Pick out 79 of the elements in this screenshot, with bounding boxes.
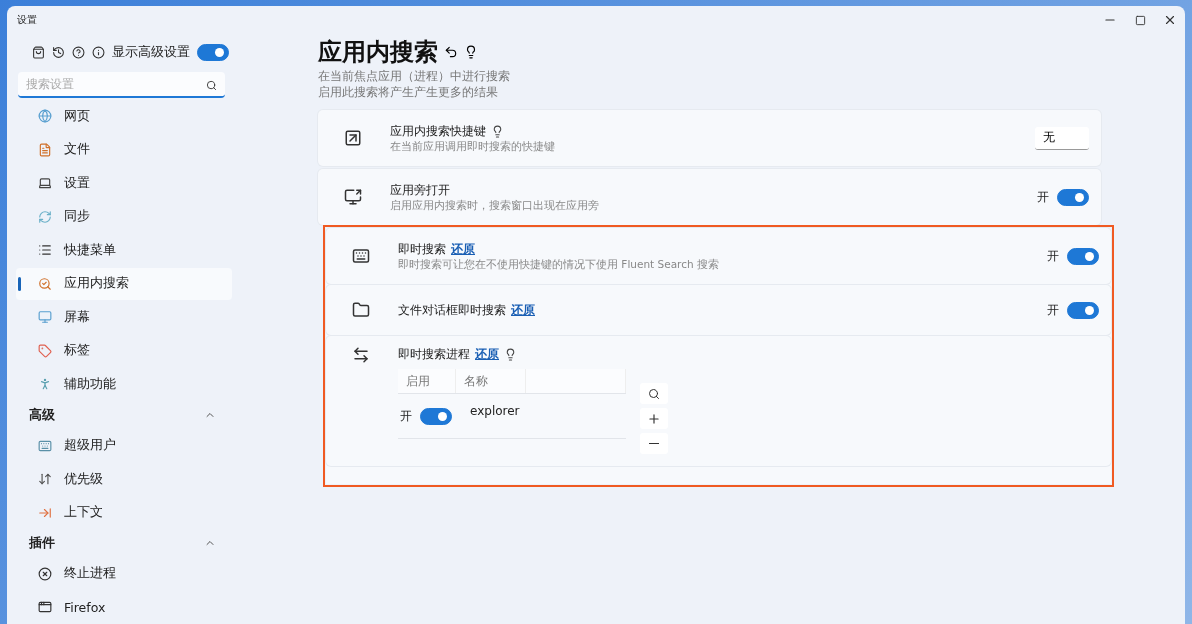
advanced-settings-label: 显示高级设置: [112, 44, 190, 62]
setting-title: 文件对话框即时搜索: [398, 301, 506, 319]
window-icon: [38, 600, 52, 615]
search-field[interactable]: 搜索设置: [18, 71, 225, 98]
page-title: 应用内搜索: [318, 37, 438, 68]
list-icon: [38, 243, 52, 258]
document-icon: [38, 142, 52, 157]
sidebar-item[interactable]: 辅助功能: [16, 368, 232, 401]
sidebar-item[interactable]: 网页: [16, 100, 232, 133]
lightbulb-icon[interactable]: [464, 45, 478, 59]
setting-title: 应用旁打开: [390, 181, 450, 199]
tag-icon: [38, 343, 52, 358]
sidebar-item[interactable]: 超级用户: [16, 429, 232, 462]
keyboard-icon: [38, 438, 52, 453]
arrow-icon: [38, 505, 52, 520]
setting-title: 即时搜索: [398, 240, 446, 258]
minus-icon: [649, 442, 659, 445]
sort-icon: [38, 472, 52, 487]
toggle-switch[interactable]: [1067, 301, 1099, 319]
section-header[interactable]: 高级: [16, 401, 224, 429]
plus-icon: [647, 411, 661, 426]
sync-icon: [38, 209, 52, 224]
swap-icon: [352, 346, 370, 364]
sidebar-item[interactable]: 屏幕: [16, 301, 232, 334]
shortcut-icon: [344, 129, 362, 147]
advanced-settings-toggle[interactable]: [197, 44, 229, 62]
sidebar-item[interactable]: 快捷菜单: [16, 234, 232, 267]
history-icon[interactable]: [52, 46, 65, 60]
section-header[interactable]: 插件: [16, 529, 224, 557]
search-icon: [38, 276, 52, 291]
sidebar-item[interactable]: 同步: [16, 201, 232, 233]
sidebar-item[interactable]: 终止进程: [16, 557, 232, 590]
monitor-icon: [38, 310, 52, 325]
toggle-switch[interactable]: [1067, 247, 1099, 265]
column-header: 名称: [456, 369, 526, 393]
sidebar-item[interactable]: 优先级: [16, 463, 232, 495]
page-description: 启用此搜索将产生产生更多的结果: [318, 84, 499, 100]
search-icon: [206, 79, 217, 91]
shortcut-field[interactable]: 无: [1035, 126, 1089, 150]
sidebar-item[interactable]: 文件: [16, 134, 232, 166]
keyboard-icon: [352, 247, 370, 265]
bag-icon[interactable]: [32, 46, 45, 60]
reset-link[interactable]: 还原: [451, 240, 475, 258]
reset-link[interactable]: 还原: [511, 301, 535, 319]
person-icon: [38, 377, 52, 392]
page-description: 在当前焦点应用（进程）中进行搜索: [318, 68, 511, 84]
sidebar-item[interactable]: Firefox: [16, 591, 232, 623]
setting-title: 应用内搜索快捷键: [390, 122, 486, 140]
reset-link[interactable]: 还原: [475, 346, 499, 363]
maximize-icon: [1134, 14, 1146, 26]
help-icon[interactable]: [72, 46, 85, 60]
toggle-switch[interactable]: [420, 407, 452, 425]
toggle-state: 开: [1037, 188, 1049, 206]
globe-icon: [38, 109, 52, 124]
info-icon[interactable]: [92, 46, 105, 60]
toggle-switch[interactable]: [1057, 188, 1089, 206]
folder-icon: [352, 301, 370, 319]
laptop-icon: [38, 176, 52, 191]
sidebar-item[interactable]: 应用内搜索: [16, 268, 232, 300]
sidebar-item[interactable]: 设置: [16, 167, 232, 200]
window-title: 设置: [17, 13, 38, 27]
search-icon: [648, 387, 660, 400]
undo-icon[interactable]: [444, 45, 458, 59]
setting-title: 即时搜索进程: [398, 346, 470, 363]
setting-description: 即时搜索可让您在不使用快捷键的情况下使用 Fluent Search 搜索: [398, 257, 720, 272]
toggle-state: 开: [1047, 301, 1059, 319]
process-name: explorer: [469, 403, 521, 420]
setting-description: 启用应用内搜索时，搜索窗口出现在应用旁: [390, 198, 600, 213]
column-header: 启用: [398, 369, 456, 393]
search-button[interactable]: [640, 383, 668, 404]
sidebar-item[interactable]: 上下文: [16, 496, 232, 529]
screen-icon: [344, 188, 362, 206]
toggle-state: 开: [1047, 247, 1059, 265]
add-button[interactable]: [640, 408, 668, 429]
close-circle-icon: [38, 566, 52, 581]
toggle-state: 开: [400, 407, 412, 425]
close-icon: [1163, 13, 1177, 27]
setting-description: 在当前应用调用即时搜索的快捷键: [390, 139, 556, 154]
sidebar-item[interactable]: 标签: [16, 335, 232, 367]
